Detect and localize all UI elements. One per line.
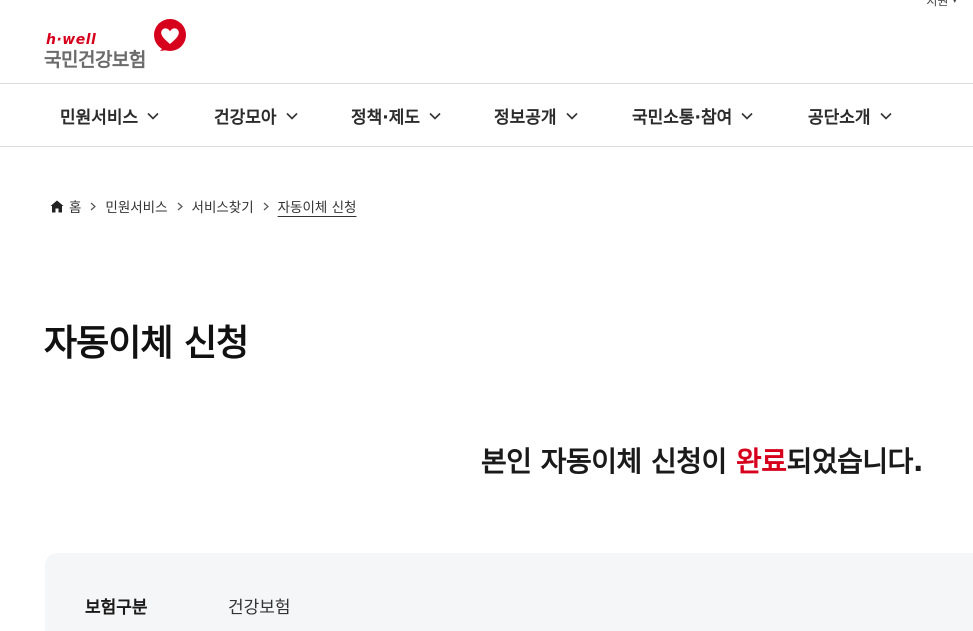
nav-item-label: 민원서비스 <box>60 108 139 128</box>
summary-label: 보험구분 <box>85 598 148 618</box>
application-summary-panel: 보험구분 건강보험 <box>45 553 973 631</box>
nav-item-about[interactable]: 공단소개 <box>808 84 892 147</box>
chevron-down-icon <box>879 112 892 120</box>
nav-item-communication[interactable]: 국민소통·참여 <box>632 84 753 147</box>
nav-item-label: 공단소개 <box>808 108 871 128</box>
completion-message-suffix: 되었습니다. <box>786 445 924 478</box>
breadcrumb-home[interactable]: 홈 <box>50 196 81 216</box>
nav-item-label: 국민소통·참여 <box>632 108 733 128</box>
summary-row-insurance-type: 보험구분 건강보험 <box>85 593 291 618</box>
breadcrumb: 홈 민원서비스 서비스찾기 자동이체 신청 <box>50 196 356 216</box>
breadcrumb-current[interactable]: 자동이체 신청 <box>278 196 357 216</box>
chevron-down-icon <box>285 112 298 120</box>
chevron-down-icon <box>147 112 159 120</box>
breadcrumb-service-search[interactable]: 서비스찾기 <box>192 196 254 216</box>
chevron-right-icon <box>263 202 269 211</box>
completion-message: 본인 자동이체 신청이 완료되었습니다. <box>480 440 924 480</box>
page-title: 자동이체 신청 <box>44 323 249 364</box>
chevron-right-icon <box>90 202 97 211</box>
home-icon <box>50 200 64 212</box>
nav-item-label: 건강모아 <box>214 108 277 128</box>
main-navigation: 민원서비스 건강모아 정책·제도 정보공개 국민소통·참여 공단소개 <box>0 84 973 147</box>
completion-status-highlight: 완료 <box>736 445 787 478</box>
logo-org-name: 국민건강보험 <box>44 49 146 71</box>
site-header: h·well 국민건강보험 <box>0 0 973 84</box>
completion-message-prefix: 본인 자동이체 신청이 <box>480 445 737 478</box>
chevron-down-icon <box>429 112 441 120</box>
nav-item-label: 정보공개 <box>494 108 557 128</box>
nav-item-health[interactable]: 건강모아 <box>214 84 298 147</box>
nav-item-policy[interactable]: 정책·제도 <box>351 84 441 147</box>
breadcrumb-civil-services[interactable]: 민원서비스 <box>105 196 167 216</box>
heart-logo-icon <box>154 19 186 51</box>
nav-item-disclosure[interactable]: 정보공개 <box>494 84 578 147</box>
nav-item-civil-services[interactable]: 민원서비스 <box>60 84 159 147</box>
site-logo[interactable]: h·well 국민건강보험 <box>44 18 194 72</box>
chevron-down-icon <box>565 112 578 120</box>
breadcrumb-home-label: 홈 <box>69 200 82 216</box>
chevron-down-icon <box>741 112 753 120</box>
nav-item-label: 정책·제도 <box>351 108 421 128</box>
summary-value: 건강보험 <box>228 598 291 618</box>
chevron-right-icon <box>177 202 183 211</box>
